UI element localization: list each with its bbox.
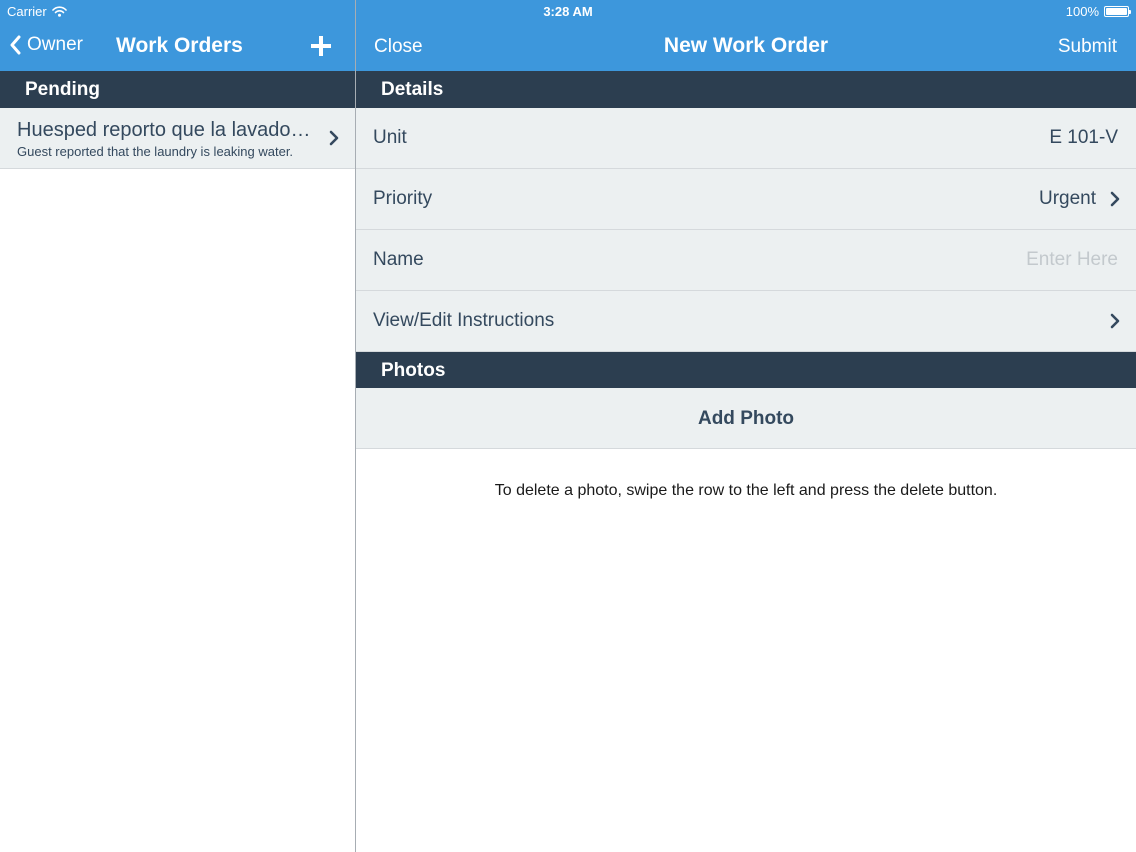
priority-label: Priority	[373, 188, 433, 209]
delete-photo-hint: To delete a photo, swipe the row to the …	[494, 482, 998, 499]
pending-section-header: Pending	[0, 71, 355, 108]
submit-button[interactable]: Submit	[1058, 36, 1117, 58]
add-photo-button[interactable]: Add Photo	[356, 388, 1136, 449]
right-nav-title: New Work Order	[663, 34, 829, 57]
work-order-row[interactable]: Huesped reporto que la lavadora esta per…	[0, 108, 355, 169]
unit-label: Unit	[373, 127, 407, 148]
unit-row: Unit E 101-V	[356, 108, 1136, 169]
photos-section-header: Photos	[356, 352, 1136, 389]
new-work-order-pane: Close New Work Order Submit Details Unit…	[356, 0, 1136, 852]
add-work-order-button[interactable]	[309, 34, 333, 63]
name-input[interactable]	[718, 244, 1118, 276]
name-row: Name	[356, 230, 1136, 291]
left-nav-bar: Owner Work Orders	[0, 22, 355, 71]
name-label: Name	[373, 249, 424, 270]
back-button[interactable]: Owner	[9, 34, 83, 56]
right-nav-bar: Close New Work Order Submit	[356, 22, 1136, 71]
left-nav-title: Work Orders	[116, 34, 243, 57]
back-label: Owner	[27, 34, 83, 55]
chevron-left-icon	[10, 35, 21, 55]
chevron-right-icon	[1110, 191, 1120, 207]
unit-value: E 101-V	[1049, 127, 1118, 148]
chevron-right-icon	[329, 130, 339, 146]
priority-value: Urgent	[1038, 188, 1096, 209]
work-order-subtitle: Guest reported that the laundry is leaki…	[17, 144, 294, 159]
details-section-header: Details	[356, 71, 1136, 108]
chevron-right-icon	[1110, 313, 1120, 329]
work-orders-pane: Owner Work Orders Pending Huesped report…	[0, 0, 355, 852]
plus-icon	[311, 36, 331, 56]
work-order-title: Huesped reporto que la lavadora esta per…	[17, 119, 317, 141]
instructions-row[interactable]: View/Edit Instructions	[356, 291, 1136, 352]
instructions-label: View/Edit Instructions	[373, 310, 555, 331]
priority-row[interactable]: Priority Urgent	[356, 169, 1136, 230]
